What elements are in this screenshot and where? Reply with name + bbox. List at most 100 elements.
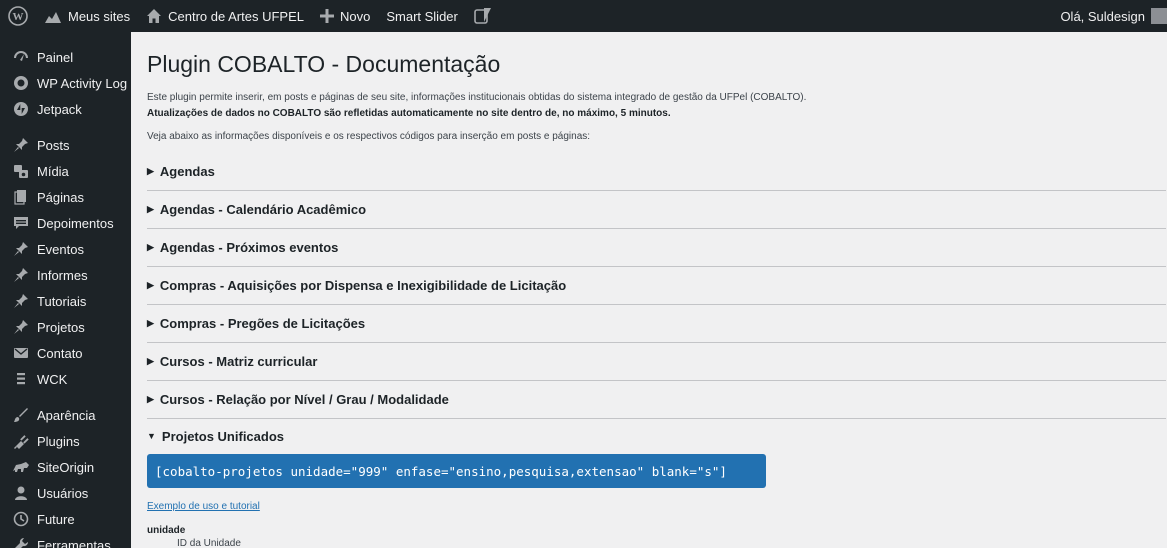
sidebar-item-label: WP Activity Log [37, 75, 128, 91]
sidebar-item-posts[interactable]: Posts [0, 132, 131, 158]
svg-text:W: W [13, 11, 24, 23]
mail-icon [11, 343, 31, 363]
page-title: Plugin COBALTO - Documentação [147, 51, 501, 77]
triangle-right-icon: ▶ [147, 166, 154, 176]
yoast-icon [474, 8, 491, 24]
sidebar-item-label: Aparência [37, 407, 96, 423]
sidebar-item-label: Usuários [37, 485, 89, 501]
section-title: Compras - Aquisições por Dispensa e Inex… [159, 278, 567, 293]
testimonial-icon [11, 213, 31, 233]
sidebar-item-informes[interactable]: Informes [0, 262, 131, 288]
section-calendario-academico[interactable]: ▶ Agendas - Calendário Acadêmico [147, 191, 1166, 229]
sidebar-item-label: Informes [37, 267, 88, 283]
sidebar-item-tutoriais[interactable]: Tutoriais [0, 288, 131, 314]
sidebar-item-paginas[interactable]: Páginas [0, 184, 131, 210]
page-icon [11, 187, 31, 207]
tools-icon [11, 535, 31, 548]
sidebar-item-label: Mídia [37, 163, 69, 179]
clock-icon [11, 509, 31, 529]
plugin-icon [11, 431, 31, 451]
shortcode-text: [cobalto-projetos unidade="999" enfase="… [155, 463, 727, 479]
triangle-right-icon: ▶ [147, 242, 154, 252]
sidebar-item-future[interactable]: Future [0, 506, 131, 532]
shortcode-box[interactable]: [cobalto-projetos unidade="999" enfase="… [147, 454, 766, 488]
my-sites-icon [45, 12, 61, 23]
main-content: Plugin COBALTO - Documentação Este plugi… [131, 32, 1167, 548]
pin-icon [11, 135, 31, 155]
sidebar-item-usuarios[interactable]: Usuários [0, 480, 131, 506]
param-description: ID da Unidade [177, 538, 241, 548]
sidebar-item-label: Future [37, 511, 75, 527]
triangle-right-icon: ▶ [147, 204, 154, 214]
admin-sidebar: Painel WP Activity Log Jetpack Posts Míd… [0, 32, 131, 548]
sidebar-item-wp-activity-log[interactable]: WP Activity Log [0, 70, 131, 96]
tutorial-link[interactable]: Exemplo de uso e tutorial [147, 501, 260, 512]
admin-bar: W Meus sites Centro de Artes UFPEL Novo … [0, 0, 1167, 32]
sidebar-item-painel[interactable]: Painel [0, 44, 131, 70]
triangle-right-icon: ▶ [147, 356, 154, 366]
greeting-label: Olá, Suldesign [1060, 8, 1145, 24]
plus-icon [319, 9, 334, 23]
section-compras-pregoes[interactable]: ▶ Compras - Pregões de Licitações [147, 305, 1166, 343]
sidebar-item-siteorigin[interactable]: SiteOrigin [0, 454, 131, 480]
section-title: Cursos - Relação por Nível / Grau / Moda… [159, 392, 449, 407]
sidebar-item-jetpack[interactable]: Jetpack [0, 96, 131, 122]
sidebar-item-label: Depoimentos [37, 215, 114, 231]
lead-text: Veja abaixo as informações disponíveis e… [147, 131, 591, 142]
sidebar-item-wck[interactable]: WCK [0, 366, 131, 392]
sidebar-item-label: Contato [37, 345, 83, 361]
new-content-menu[interactable]: Novo [312, 0, 378, 32]
section-proximos-eventos[interactable]: ▶ Agendas - Próximos eventos [147, 229, 1166, 267]
section-title: Agendas [159, 164, 215, 179]
sidebar-item-aparencia[interactable]: Aparência [0, 402, 131, 428]
sidebar-item-label: WCK [37, 371, 68, 387]
triangle-down-icon: ▼ [147, 431, 156, 441]
sidebar-item-projetos[interactable]: Projetos [0, 314, 131, 340]
sidebar-item-depoimentos[interactable]: Depoimentos [0, 210, 131, 236]
wck-icon [11, 369, 31, 389]
site-name-menu[interactable]: Centro de Artes UFPEL [138, 0, 312, 32]
sidebar-item-contato[interactable]: Contato [0, 340, 131, 366]
triangle-right-icon: ▶ [147, 394, 154, 404]
home-icon [147, 9, 162, 23]
section-title: Agendas - Calendário Acadêmico [159, 202, 367, 217]
pin-icon [11, 291, 31, 311]
new-label: Novo [339, 8, 371, 24]
section-projetos-unificados[interactable]: ▼ Projetos Unificados [147, 419, 1166, 453]
section-title: Cursos - Matriz curricular [159, 354, 318, 369]
user-icon [11, 483, 31, 503]
wordpress-logo-icon: W [8, 6, 28, 26]
update-note: Atualizações de dados no COBALTO são ref… [147, 108, 671, 119]
sidebar-item-midia[interactable]: Mídia [0, 158, 131, 184]
sidebar-item-label: SiteOrigin [37, 459, 95, 475]
sidebar-item-label: Eventos [37, 241, 84, 257]
sidebar-item-label: Painel [37, 49, 74, 65]
pin-icon [11, 239, 31, 259]
media-icon [11, 161, 31, 181]
jetpack-icon [11, 99, 31, 119]
section-title: Agendas - Próximos eventos [159, 240, 339, 255]
appearance-icon [11, 405, 31, 425]
yoast-seo-menu[interactable] [466, 0, 500, 32]
sidebar-item-label: Tutoriais [37, 293, 87, 309]
section-matriz-curricular[interactable]: ▶ Cursos - Matriz curricular [147, 343, 1166, 381]
account-menu[interactable]: Olá, Suldesign [1052, 0, 1167, 32]
sidebar-item-label: Posts [37, 137, 70, 153]
sidebar-item-plugins[interactable]: Plugins [0, 428, 131, 454]
site-name-label: Centro de Artes UFPEL [168, 8, 304, 24]
section-title: Compras - Pregões de Licitações [159, 316, 366, 331]
sidebar-item-eventos[interactable]: Eventos [0, 236, 131, 262]
triangle-right-icon: ▶ [147, 280, 154, 290]
sidebar-item-ferramentas[interactable]: Ferramentas [0, 532, 131, 548]
sidebar-item-label: Ferramentas [37, 537, 111, 548]
sidebar-item-label: Páginas [37, 189, 84, 205]
my-sites-label: Meus sites [68, 8, 131, 24]
param-name: unidade [147, 525, 186, 536]
smart-slider-menu[interactable]: Smart Slider [378, 0, 466, 32]
wordpress-logo-button[interactable]: W [0, 0, 36, 32]
section-agendas[interactable]: ▶ Agendas [147, 153, 1166, 191]
smart-slider-label: Smart Slider [386, 8, 458, 24]
section-compras-aquisicoes[interactable]: ▶ Compras - Aquisições por Dispensa e In… [147, 267, 1166, 305]
section-cursos-relacao[interactable]: ▶ Cursos - Relação por Nível / Grau / Mo… [147, 381, 1166, 419]
my-sites-menu[interactable]: Meus sites [36, 0, 138, 32]
